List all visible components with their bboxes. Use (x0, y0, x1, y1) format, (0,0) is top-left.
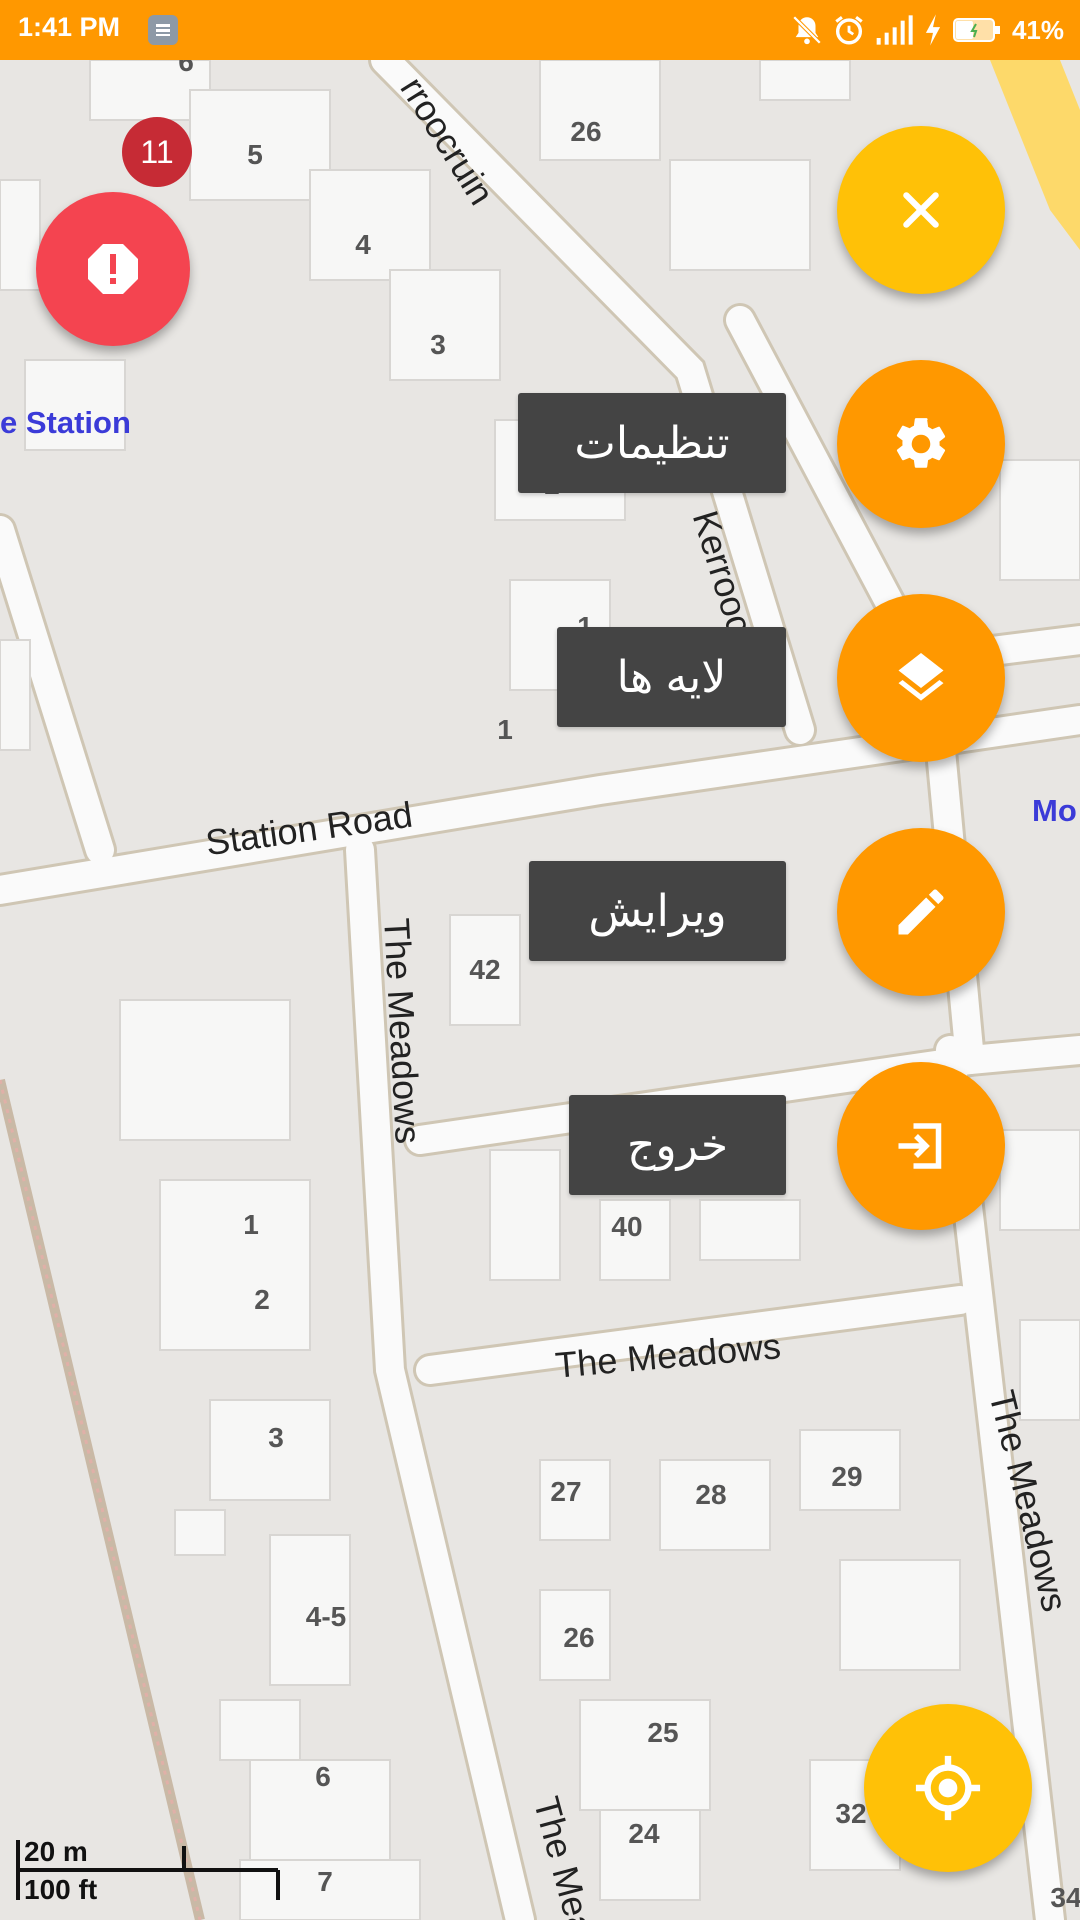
charging-icon (925, 14, 941, 46)
gear-icon (896, 418, 946, 468)
settings-label: تنظیمات (574, 418, 730, 468)
logout-tooltip[interactable]: خروج (569, 1095, 786, 1195)
house-number: 7 (317, 1866, 333, 1897)
settings-tooltip[interactable]: تنظیمات (518, 393, 786, 493)
house-number: 6 (315, 1761, 331, 1792)
house-number: 1 (497, 714, 513, 745)
alert-octagon-icon (88, 244, 138, 294)
logout-button[interactable] (837, 1062, 1005, 1230)
right-edge-place-label: Mo (1032, 793, 1077, 828)
house-number: 28 (695, 1479, 727, 1510)
layers-label: لایه ها (616, 652, 727, 702)
house-number: 32 (835, 1798, 867, 1829)
close-icon (903, 192, 939, 228)
house-number: 26 (563, 1622, 595, 1653)
signal-icon (876, 15, 913, 45)
house-number: 34 (1050, 1882, 1080, 1913)
status-bar: 1:41 PM 41% (0, 0, 1080, 60)
house-number: 4-5 (305, 1601, 347, 1632)
edit-tooltip[interactable]: ویرایش (529, 861, 786, 961)
layers-icon (898, 653, 944, 701)
scale-bar-lines (16, 1840, 280, 1900)
house-number: 3 (430, 329, 446, 360)
edit-label: ویرایش (588, 886, 727, 936)
house-number: 5 (247, 139, 263, 170)
logout-icon (898, 1123, 942, 1169)
scale-bar: 20 m 100 ft (14, 1836, 282, 1906)
app-notification-icon (148, 15, 178, 45)
crosshair-icon (915, 1755, 981, 1821)
house-number: 40 (611, 1211, 643, 1242)
battery-icon (952, 18, 1000, 42)
pencil-icon (898, 889, 944, 935)
house-number: 27 (550, 1476, 582, 1507)
battery-percent: 41% (1011, 14, 1064, 45)
house-number: 2 (254, 1284, 270, 1315)
issues-button[interactable] (36, 192, 190, 346)
mute-icon (792, 15, 822, 45)
house-number: 29 (831, 1461, 863, 1492)
locate-button[interactable] (864, 1704, 1032, 1872)
house-number: 25 (647, 1717, 679, 1748)
logout-label: خروج (626, 1120, 729, 1170)
house-number: 3 (268, 1422, 284, 1453)
settings-button[interactable] (837, 360, 1005, 528)
house-number: 4 (355, 229, 371, 260)
house-number: 26 (570, 116, 602, 147)
house-number: 42 (469, 954, 501, 985)
house-number: 24 (628, 1818, 660, 1849)
layers-tooltip[interactable]: لایه ها (557, 627, 786, 727)
layers-button[interactable] (837, 594, 1005, 762)
house-number: 1 (243, 1209, 259, 1240)
alarm-icon (835, 16, 863, 45)
status-time: 1:41 PM (18, 12, 121, 42)
close-menu-button[interactable] (837, 126, 1005, 294)
status-icons: 41% (790, 8, 1064, 52)
station-place-label: e Station (0, 405, 131, 440)
edit-button[interactable] (837, 828, 1005, 996)
issues-count-badge: 11 (122, 117, 192, 187)
house-number: 6 (178, 60, 194, 77)
